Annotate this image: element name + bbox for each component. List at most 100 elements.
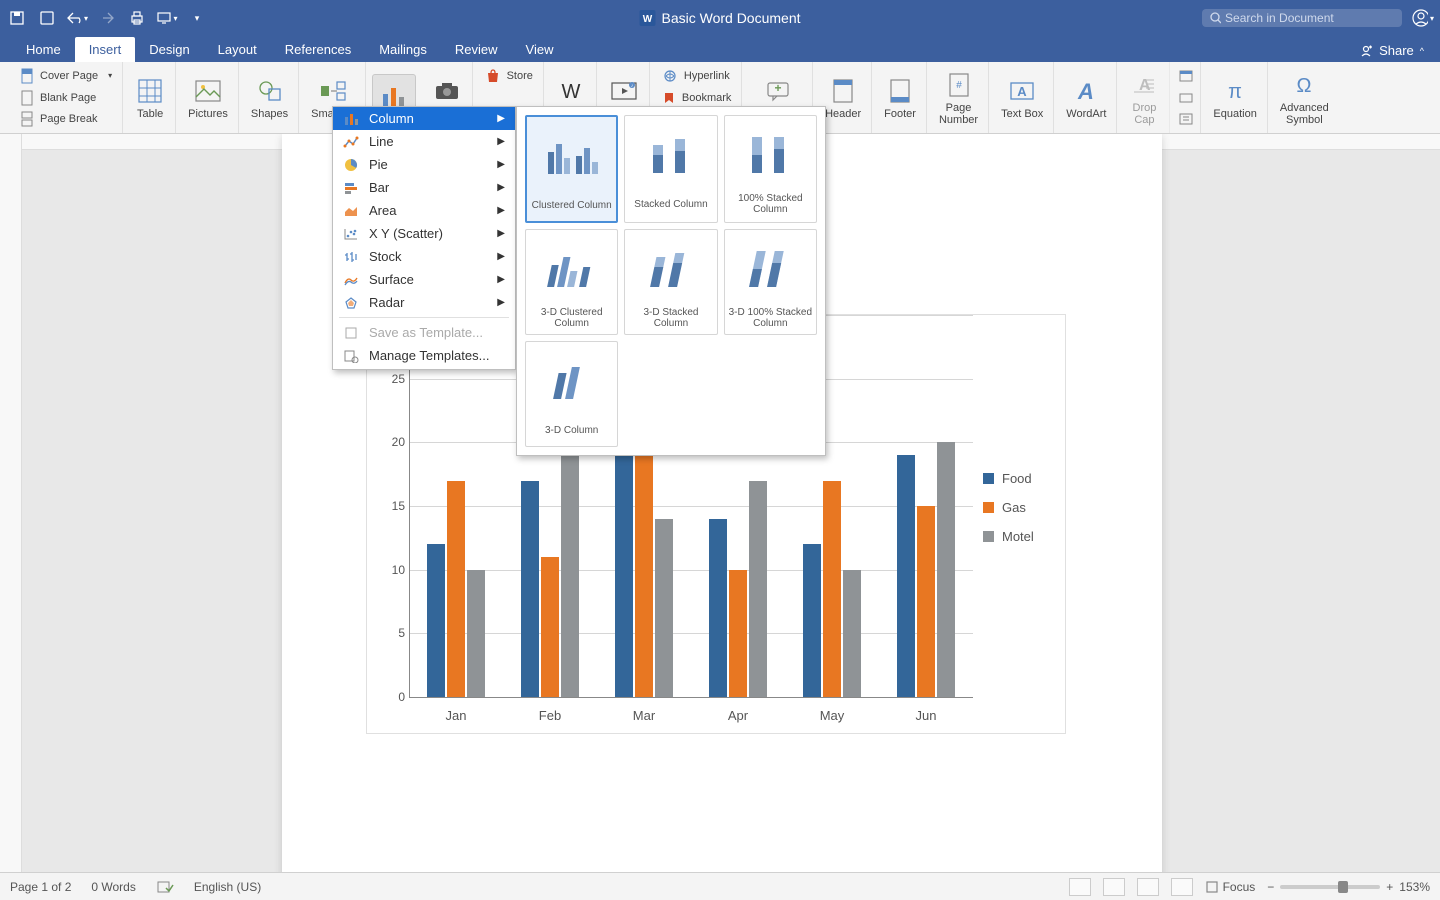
qat-more-icon[interactable]: ▾ [186, 7, 208, 29]
column-option-3-d-100-stacked-column[interactable]: 3-D 100% Stacked Column [724, 229, 817, 335]
chart-type-x-y-scatter-[interactable]: X Y (Scatter)▶ [333, 222, 515, 245]
tab-references[interactable]: References [271, 37, 365, 62]
column-option-3-d-stacked-column[interactable]: 3-D Stacked Column [624, 229, 717, 335]
chart-type-line[interactable]: Line▶ [333, 130, 515, 153]
footer-button[interactable]: Footer [874, 62, 927, 133]
camera-icon [432, 76, 462, 106]
y-tick-label: 20 [377, 435, 405, 449]
legend-item: Food [983, 471, 1065, 486]
text-box-icon: A [1007, 76, 1037, 106]
page-number-icon: # [944, 70, 974, 100]
zoom-in-button[interactable]: + [1386, 880, 1393, 894]
redo-icon[interactable] [96, 7, 118, 29]
chart-bar [843, 570, 861, 697]
zoom-control[interactable]: − + 153% [1267, 880, 1430, 894]
y-tick-label: 0 [377, 690, 405, 704]
word-count[interactable]: 0 Words [91, 880, 135, 894]
print-icon[interactable] [126, 7, 148, 29]
chart-bar [447, 481, 465, 697]
date-time-button[interactable] [1174, 66, 1198, 86]
search-box[interactable] [1202, 9, 1402, 27]
text-box-button[interactable]: AText Box [991, 62, 1054, 133]
shapes-button[interactable]: Shapes [241, 62, 299, 133]
zoom-percent[interactable]: 153% [1399, 880, 1430, 894]
comment-icon: + [763, 76, 793, 106]
column-option-3-d-clustered-column[interactable]: 3-D Clustered Column [525, 229, 618, 335]
legend-item: Gas [983, 500, 1065, 515]
object-button[interactable] [1174, 88, 1198, 108]
view-web-button[interactable] [1103, 878, 1125, 896]
tab-layout[interactable]: Layout [204, 37, 271, 62]
view-draft-button[interactable] [1171, 878, 1193, 896]
undo-icon[interactable]: ▾ [66, 7, 88, 29]
field-button[interactable] [1174, 109, 1198, 129]
column-option-100-stacked-column[interactable]: 100% Stacked Column [724, 115, 817, 223]
chart-type-bar[interactable]: Bar▶ [333, 176, 515, 199]
cover-page-button[interactable]: Cover Page▾ [16, 66, 116, 86]
zoom-slider[interactable] [1280, 885, 1380, 889]
svg-text:A: A [1077, 79, 1094, 103]
page-break-button[interactable]: Page Break [16, 109, 116, 129]
chart-type-radar[interactable]: Radar▶ [333, 291, 515, 314]
smartart-icon [318, 76, 348, 106]
chart-bar [897, 455, 915, 697]
pictures-button[interactable]: Pictures [178, 62, 239, 133]
blank-page-icon [20, 90, 34, 106]
pictures-icon [193, 76, 223, 106]
spellcheck-icon[interactable] [156, 880, 174, 894]
language-indicator[interactable]: English (US) [194, 880, 261, 894]
zoom-out-button[interactable]: − [1267, 880, 1274, 894]
view-print-button[interactable] [1069, 878, 1091, 896]
search-input[interactable] [1225, 11, 1394, 25]
drop-cap-button[interactable]: ADrop Cap [1119, 62, 1170, 133]
page-number-button[interactable]: # Page Number [929, 62, 989, 133]
tab-insert[interactable]: Insert [75, 37, 136, 62]
chart-legend: FoodGasMotel [983, 471, 1065, 558]
header-icon [828, 76, 858, 106]
svg-text:π: π [1228, 81, 1242, 102]
page-indicator[interactable]: Page 1 of 2 [10, 880, 71, 894]
wordart-icon: A [1071, 76, 1101, 106]
tab-mailings[interactable]: Mailings [365, 37, 441, 62]
svg-text:+: + [775, 81, 782, 95]
chart-bar [655, 519, 673, 697]
chart-bar [709, 519, 727, 697]
tab-design[interactable]: Design [135, 37, 203, 62]
account-icon[interactable]: ▾ [1412, 7, 1434, 29]
chart-bar [729, 570, 747, 697]
y-tick-label: 15 [377, 499, 405, 513]
column-option-clustered-column[interactable]: Clustered Column [525, 115, 618, 223]
chart-bar [803, 544, 821, 697]
share-icon [1359, 44, 1373, 58]
bookmark-button[interactable]: Bookmark [658, 88, 736, 108]
share-button[interactable]: Share ^ [1351, 39, 1432, 62]
chart-bar [823, 481, 841, 697]
save-icon[interactable] [36, 7, 58, 29]
tab-view[interactable]: View [512, 37, 568, 62]
column-option-stacked-column[interactable]: Stacked Column [624, 115, 717, 223]
focus-button[interactable]: Focus [1205, 880, 1256, 894]
chart-type-area[interactable]: Area▶ [333, 199, 515, 222]
chart-type-stock[interactable]: Stock▶ [333, 245, 515, 268]
present-icon[interactable]: ▾ [156, 7, 178, 29]
chart-type-column[interactable]: Column▶ [333, 107, 515, 130]
autosave-icon[interactable] [6, 7, 28, 29]
chart-type-surface[interactable]: Surface▶ [333, 268, 515, 291]
svg-text:#: # [956, 80, 962, 91]
column-chart-gallery: Clustered ColumnStacked Column100% Stack… [516, 106, 826, 456]
hyperlink-button[interactable]: Hyperlink [658, 66, 736, 86]
chart-bar [541, 557, 559, 697]
store-button[interactable]: Store [481, 66, 537, 86]
table-button[interactable]: Table [125, 62, 176, 133]
column-option-3-d-column[interactable]: 3-D Column [525, 341, 618, 447]
blank-page-button[interactable]: Blank Page [16, 88, 116, 108]
wordart-button[interactable]: AWordArt [1056, 62, 1117, 133]
symbol-button[interactable]: ΩAdvanced Symbol [1270, 62, 1339, 133]
page-number-label: Page Number [939, 102, 978, 126]
view-outline-button[interactable] [1137, 878, 1159, 896]
chart-type-pie[interactable]: Pie▶ [333, 153, 515, 176]
manage-templates[interactable]: Manage Templates... [333, 344, 515, 367]
tab-review[interactable]: Review [441, 37, 512, 62]
tab-home[interactable]: Home [12, 37, 75, 62]
equation-button[interactable]: πEquation [1203, 62, 1267, 133]
